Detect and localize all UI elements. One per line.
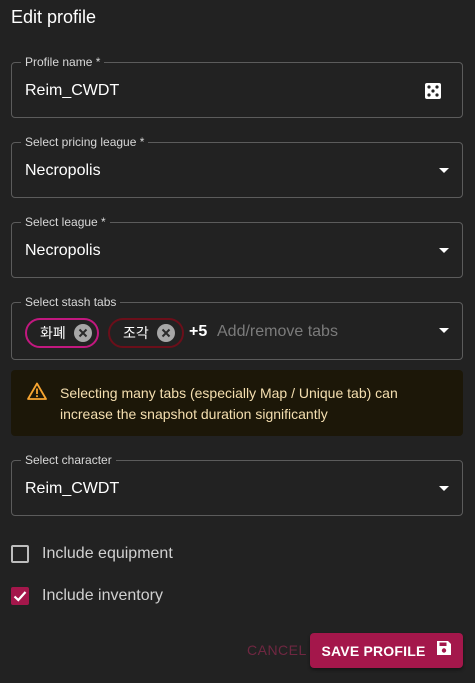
include-inventory-checkbox[interactable] xyxy=(11,587,29,605)
league-label: Select league * xyxy=(21,215,110,229)
dice-icon[interactable] xyxy=(424,82,442,100)
save-profile-label: SAVE PROFILE xyxy=(321,642,426,659)
warning-text: Selecting many tabs (especially Map / Un… xyxy=(60,385,398,422)
character-select[interactable]: Select character Reim_CWDT xyxy=(11,453,463,516)
profile-name-value[interactable]: Reim_CWDT xyxy=(25,81,119,101)
league-value: Necropolis xyxy=(25,242,101,259)
profile-name-label: Profile name * xyxy=(21,55,105,69)
chevron-down-icon[interactable] xyxy=(439,168,449,173)
chip-label: 조각 xyxy=(123,325,149,341)
warning-alert: Selecting many tabs (especially Map / Un… xyxy=(11,370,463,436)
chevron-down-icon[interactable] xyxy=(439,248,449,253)
chevron-down-icon[interactable] xyxy=(439,486,449,491)
save-icon xyxy=(436,640,452,661)
include-equipment-label[interactable]: Include equipment xyxy=(42,545,173,563)
stash-tab-chip[interactable]: 조각 xyxy=(108,318,184,348)
pricing-league-label: Select pricing league * xyxy=(21,135,149,149)
character-label: Select character xyxy=(21,453,116,467)
chevron-down-icon[interactable] xyxy=(439,328,449,333)
include-equipment-row[interactable]: Include equipment xyxy=(11,543,173,565)
include-inventory-row[interactable]: Include inventory xyxy=(11,585,163,607)
pricing-league-value: Necropolis xyxy=(25,162,101,179)
more-tabs-count: +5 xyxy=(189,323,208,340)
include-equipment-checkbox[interactable] xyxy=(11,545,29,563)
stash-tab-chip[interactable]: 화폐 xyxy=(25,318,99,348)
cancel-button[interactable]: CANCEL xyxy=(247,641,307,659)
chip-remove-icon[interactable] xyxy=(73,324,92,342)
pricing-league-select[interactable]: Select pricing league * Necropolis xyxy=(11,135,463,198)
stash-tabs-label: Select stash tabs xyxy=(21,295,121,309)
stash-tabs-select[interactable]: Select stash tabs 화폐 조각 +5 Add/remove ta… xyxy=(11,295,463,360)
stash-tabs-input[interactable]: Add/remove tabs xyxy=(217,323,338,341)
chip-label: 화폐 xyxy=(40,325,66,341)
chip-remove-icon[interactable] xyxy=(156,324,175,342)
character-value: Reim_CWDT xyxy=(25,480,120,497)
dialog-title: Edit profile xyxy=(11,7,97,27)
profile-name-field[interactable]: Profile name * Reim_CWDT xyxy=(11,55,463,118)
include-inventory-label[interactable]: Include inventory xyxy=(42,587,163,605)
league-select[interactable]: Select league * Necropolis xyxy=(11,215,463,278)
warning-icon xyxy=(27,382,47,405)
save-profile-button[interactable]: SAVE PROFILE xyxy=(310,633,463,668)
